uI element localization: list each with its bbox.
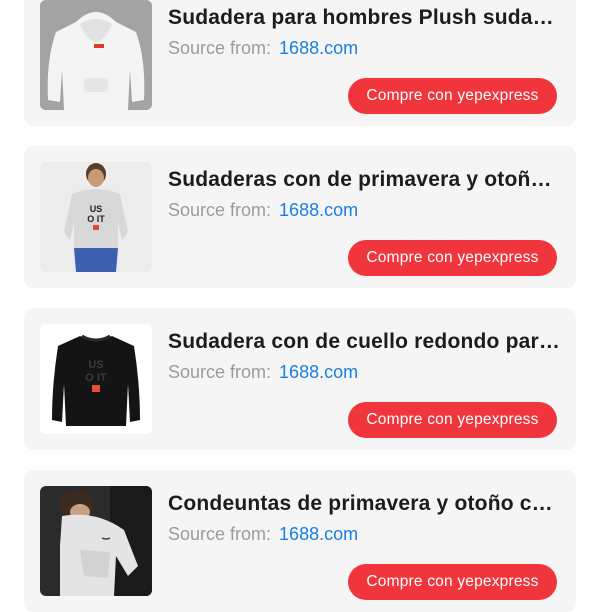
product-card[interactable]: Condeuntas de primavera y otoño c… Sourc… [24, 470, 576, 612]
source-link[interactable]: 1688.com [279, 38, 358, 58]
product-source: Source from: 1688.com [168, 524, 358, 545]
product-source: Source from: 1688.com [168, 200, 358, 221]
source-label: Source from: [168, 362, 272, 382]
product-title[interactable]: Sudadera con de cuello redondo par… [168, 330, 560, 354]
model-white-hoodie-image[interactable] [40, 486, 152, 596]
black-sweatshirt-image[interactable]: US O IT [40, 324, 152, 434]
source-link[interactable]: 1688.com [279, 362, 358, 382]
source-label: Source from: [168, 524, 272, 544]
product-card[interactable]: US O IT Sudaderas con de primavera y oto… [24, 146, 576, 288]
svg-text:US: US [88, 359, 103, 371]
source-label: Source from: [168, 38, 272, 58]
product-title[interactable]: Condeuntas de primavera y otoño c… [168, 492, 560, 516]
svg-text:O IT: O IT [85, 372, 107, 384]
buy-button[interactable]: Compre con yepexpress [348, 564, 557, 600]
source-link[interactable]: 1688.com [279, 200, 358, 220]
product-card[interactable]: Sudadera para hombres Plush suda… Source… [24, 0, 576, 126]
product-source: Source from: 1688.com [168, 362, 358, 383]
buy-button[interactable]: Compre con yepexpress [348, 240, 557, 276]
buy-button[interactable]: Compre con yepexpress [348, 402, 557, 438]
buy-button[interactable]: Compre con yepexpress [348, 78, 557, 114]
model-grey-hoodie-image[interactable]: US O IT [40, 162, 152, 272]
svg-text:O IT: O IT [87, 214, 105, 224]
source-label: Source from: [168, 200, 272, 220]
svg-text:US: US [90, 204, 103, 214]
source-link[interactable]: 1688.com [279, 524, 358, 544]
product-title[interactable]: Sudadera para hombres Plush suda… [168, 6, 560, 30]
product-title[interactable]: Sudaderas con de primavera y otoñ… [168, 168, 560, 192]
product-source: Source from: 1688.com [168, 38, 358, 59]
white-hoodie-image[interactable] [40, 0, 152, 110]
product-card[interactable]: US O IT Sudadera con de cuello redondo p… [24, 308, 576, 450]
